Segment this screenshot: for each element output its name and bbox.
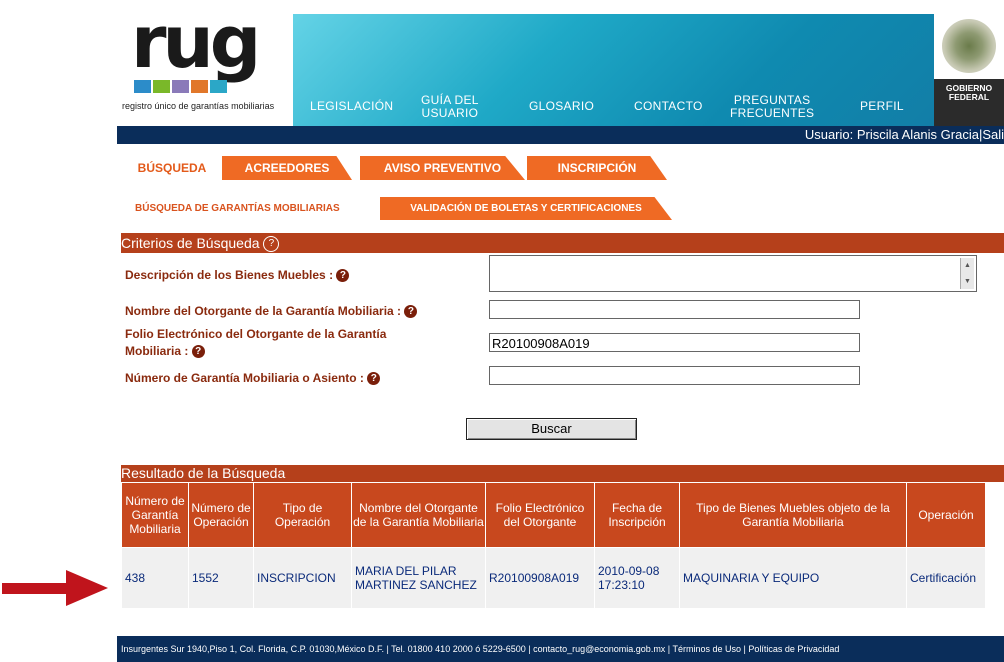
national-seal-icon	[942, 19, 996, 73]
logo-color-squares	[134, 80, 227, 93]
nombre-label: Nombre del Otorgante de la Garantía Mobi…	[125, 304, 418, 319]
folio-label-line1: Folio Electrónico del Otorgante de la Ga…	[125, 327, 387, 341]
cell-folio: R20100908A019	[486, 548, 594, 608]
tab-busqueda[interactable]: BÚSQUEDA	[122, 156, 222, 180]
cell-numero-operacion: 1552	[189, 548, 253, 608]
cell-fecha: 2010-09-08 17:23:10	[595, 548, 679, 608]
user-info[interactable]: Usuario: Priscila Alanis Gracia|Sali	[805, 127, 1004, 142]
descripcion-label-text: Descripción de los Bienes Muebles :	[125, 268, 334, 282]
logo-subtitle: registro único de garantías mobiliarias	[122, 101, 275, 111]
col-folio: Folio Electrónico del Otorgante	[486, 483, 594, 547]
col-nombre-otorgante: Nombre del Otorgante de la Garantía Mobi…	[352, 483, 485, 547]
nav-guia-usuario[interactable]: GUÍA DEL USUARIO	[421, 94, 479, 120]
folio-electronico-input[interactable]: R20100908A019	[489, 333, 860, 352]
results-header: Resultado de la Búsqueda	[121, 465, 1004, 482]
cell-tipo-bienes: MAQUINARIA Y EQUIPO	[680, 548, 906, 608]
col-operacion: Operación	[907, 483, 985, 547]
rug-logo[interactable]: rug registro único de garantías mobiliar…	[117, 6, 293, 126]
table-row: 438 1552 INSCRIPCION MARIA DEL PILAR MAR…	[122, 548, 985, 608]
numero-garantia-input[interactable]	[489, 366, 860, 385]
numero-label: Número de Garantía Mobiliaria o Asiento …	[125, 371, 381, 386]
help-icon[interactable]: ?	[191, 345, 205, 359]
col-fecha: Fecha de Inscripción	[595, 483, 679, 547]
nav-contacto[interactable]: CONTACTO	[634, 100, 703, 113]
user-bar: Usuario: Priscila Alanis Gracia|Sali	[117, 126, 1004, 144]
nav-glosario[interactable]: GLOSARIO	[529, 100, 594, 113]
subtab-validacion[interactable]: VALIDACIÓN DE BOLETAS Y CERTIFICACIONES	[380, 197, 672, 220]
folio-label-text: Mobiliaria :	[125, 344, 189, 358]
gobierno-federal-logo: GOBIERNO FEDERAL	[934, 14, 1004, 126]
col-tipo-bienes: Tipo de Bienes Muebles objeto de la Gara…	[680, 483, 906, 547]
nav-preguntas-frecuentes[interactable]: PREGUNTAS FRECUENTES	[730, 94, 814, 120]
results-header-row: Número de Garantía Mobiliaria Número de …	[122, 483, 985, 547]
help-icon[interactable]: ?	[336, 269, 350, 283]
help-icon[interactable]: ?	[367, 372, 381, 386]
nav-banner: LEGISLACIÓN GUÍA DEL USUARIO GLOSARIO CO…	[293, 14, 934, 126]
help-icon[interactable]: ?	[404, 305, 418, 319]
nav-legislacion[interactable]: LEGISLACIÓN	[310, 100, 393, 113]
tab-inscripcion[interactable]: INSCRIPCIÓN	[527, 156, 667, 180]
results-table: Número de Garantía Mobiliaria Número de …	[121, 482, 986, 609]
tab-aviso-preventivo[interactable]: AVISO PREVENTIVO	[360, 156, 525, 180]
cell-nombre-otorgante: MARIA DEL PILAR MARTINEZ SANCHEZ	[352, 548, 485, 608]
textarea-scrollbar[interactable]: ▲ ▼	[960, 258, 974, 289]
tab-acreedores[interactable]: ACREEDORES	[222, 156, 352, 180]
nombre-label-text: Nombre del Otorgante de la Garantía Mobi…	[125, 304, 402, 318]
col-numero-garantia: Número de Garantía Mobiliaria	[122, 483, 188, 547]
cell-tipo-operacion: INSCRIPCION	[254, 548, 351, 608]
numero-label-text: Número de Garantía Mobiliaria o Asiento …	[125, 371, 364, 385]
folio-label: Mobiliaria : ?	[125, 344, 205, 359]
criteria-header: Criterios de Búsqueda ?	[121, 233, 1004, 253]
buscar-button[interactable]: Buscar	[466, 418, 637, 440]
gob-line2: FEDERAL	[948, 92, 990, 102]
col-numero-operacion: Número de Operación	[189, 483, 253, 547]
criteria-title: Criterios de Búsqueda	[121, 235, 260, 251]
help-circle-icon[interactable]: ?	[263, 236, 280, 253]
nombre-otorgante-input[interactable]	[489, 300, 860, 319]
footer: Insurgentes Sur 1940,Piso 1, Col. Florid…	[117, 636, 1004, 662]
logo-text: rug	[131, 0, 261, 84]
descripcion-textarea[interactable]: ▲ ▼	[489, 255, 977, 292]
nav-perfil[interactable]: PERFIL	[860, 100, 904, 113]
red-arrow-icon	[2, 570, 108, 606]
subtab-busqueda-garantias[interactable]: BÚSQUEDA DE GARANTÍAS MOBILIARIAS	[125, 197, 375, 220]
descripcion-label: Descripción de los Bienes Muebles : ?	[125, 268, 350, 283]
col-tipo-operacion: Tipo de Operación	[254, 483, 351, 547]
certificacion-link[interactable]: Certificación	[907, 548, 985, 608]
cell-numero-garantia: 438	[122, 548, 188, 608]
